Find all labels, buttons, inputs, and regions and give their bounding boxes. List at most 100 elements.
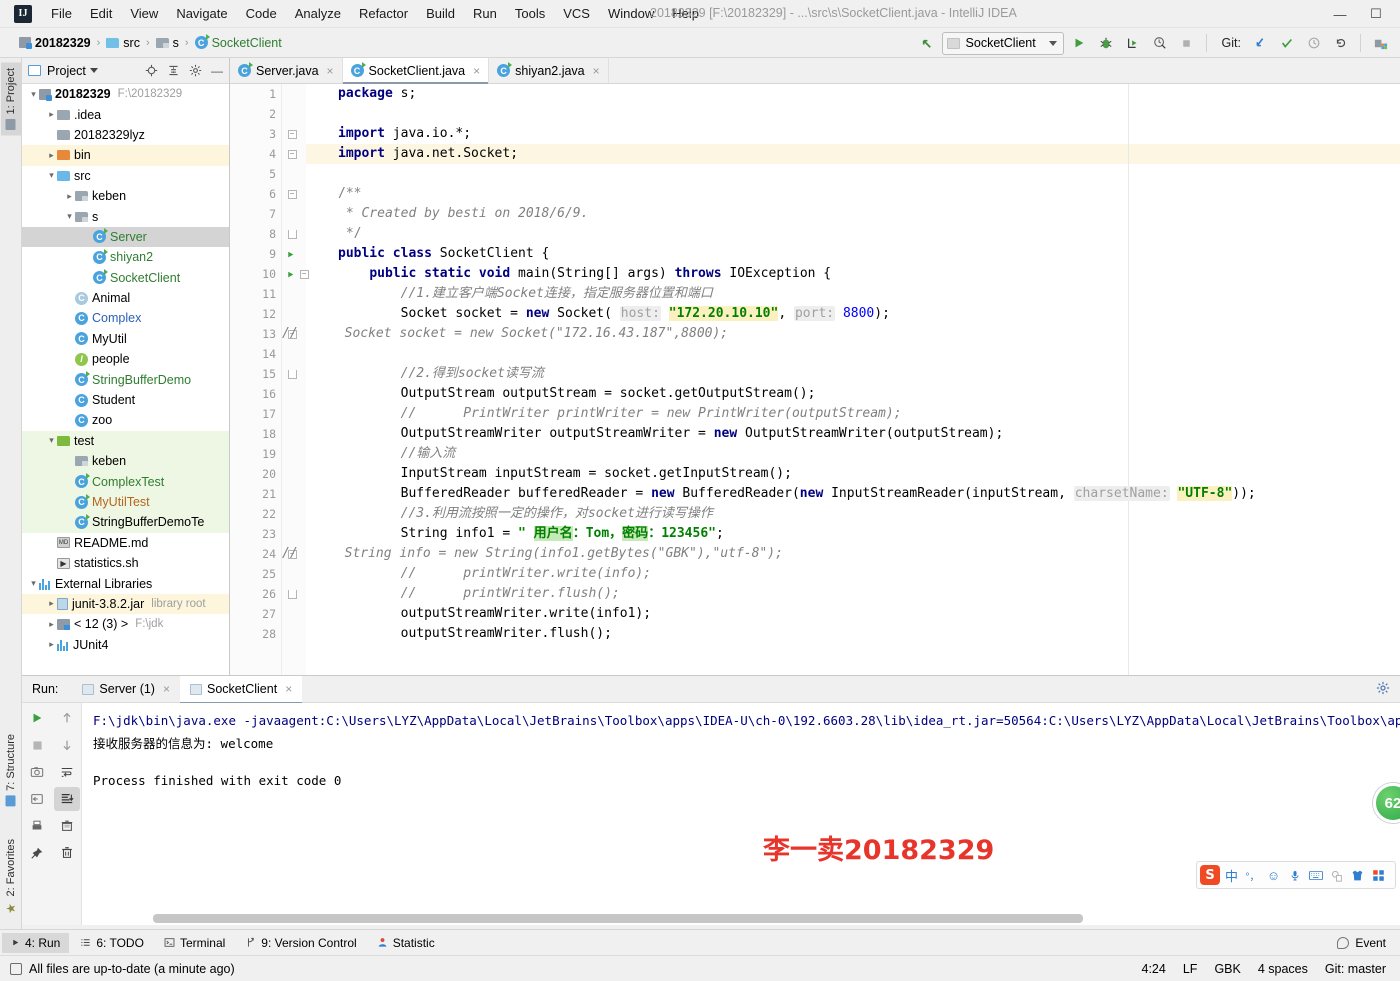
close-icon[interactable]: × — [163, 682, 170, 696]
sidebar-item-project[interactable]: 1: Project — [1, 62, 21, 136]
code-line[interactable]: OutputStreamWriter outputStreamWriter = … — [338, 424, 1004, 444]
code-line[interactable]: Socket socket = new Socket( host: "172.2… — [338, 304, 890, 324]
caret-position[interactable]: 4:24 — [1142, 962, 1166, 976]
tree-item-complex[interactable]: C Complex — [22, 308, 229, 328]
git-commit-icon[interactable] — [1275, 31, 1299, 55]
tree-item-myutiltest[interactable]: C MyUtilTest — [22, 491, 229, 513]
sidebar-item-structure[interactable]: 7: Structure — [1, 728, 21, 812]
tree-item-bin[interactable]: ▸ bin — [22, 145, 229, 166]
indent-indicator[interactable]: 4 spaces — [1258, 962, 1308, 976]
fold-marker-icon[interactable]: − — [286, 184, 298, 204]
horizontal-scrollbar[interactable] — [153, 914, 1083, 923]
code-line[interactable]: OutputStream outputStream = socket.getOu… — [338, 384, 816, 404]
code-line[interactable]: // String info = new String(info1.getByt… — [282, 544, 783, 564]
tree-item-keben[interactable]: keben — [22, 451, 229, 472]
tree-item-zoo[interactable]: Czoo — [22, 410, 229, 430]
tree-item-junit-3-8-2-jar[interactable]: ▸ junit-3.8.2.jar library root — [22, 593, 229, 615]
tree-item-keben[interactable]: ▸ keben — [22, 186, 229, 206]
keyboard-icon[interactable] — [1306, 866, 1325, 885]
expand-arrow-icon[interactable]: ▾ — [28, 89, 39, 100]
fold-marker-icon[interactable] — [286, 584, 298, 604]
ime-screenshot-icon[interactable] — [1327, 866, 1346, 885]
gear-icon[interactable] — [1376, 681, 1390, 698]
breadcrumb-item-project[interactable]: 20182329 — [14, 34, 96, 52]
tree-item-test[interactable]: ▾ test — [22, 430, 229, 452]
project-panel-title[interactable]: Project — [47, 64, 98, 78]
tree-item-12-3[interactable]: ▸ < 12 (3) > F:\jdk — [22, 614, 229, 634]
menu-run[interactable]: Run — [464, 3, 506, 24]
up-icon[interactable] — [54, 706, 80, 730]
tree-item-stringbufferdemo[interactable]: C StringBufferDemo — [22, 369, 229, 389]
code-line[interactable]: // printWriter.write(info); — [338, 564, 651, 584]
code-line[interactable]: String info1 = " 用户名：Tom，密码：123456"; — [338, 524, 724, 544]
sogou-logo-icon[interactable]: S — [1200, 865, 1220, 885]
toolbox-icon[interactable] — [1369, 866, 1388, 885]
bottom-item-run[interactable]: 4: Run — [2, 932, 70, 953]
fold-marker-icon[interactable] — [286, 364, 298, 384]
expand-arrow-icon[interactable]: ▸ — [46, 150, 57, 161]
tree-item-statistics-sh[interactable]: ▶ statistics.sh — [22, 553, 229, 573]
code-line[interactable]: outputStreamWriter.write(info1); — [338, 604, 651, 624]
run-button[interactable] — [1067, 31, 1091, 55]
encoding-indicator[interactable]: GBK — [1214, 962, 1240, 976]
console-output[interactable]: Process finished with exit code 0 接收服务器的信… — [83, 703, 1400, 925]
menu-vcs[interactable]: VCS — [554, 3, 599, 24]
tree-item-s[interactable]: ▾ s — [22, 206, 229, 226]
close-icon[interactable]: × — [473, 64, 480, 78]
tree-item-src[interactable]: ▾ src — [22, 166, 229, 186]
expand-arrow-icon[interactable]: ▸ — [46, 639, 57, 650]
ime-mode-icon[interactable]: 中 — [1222, 866, 1241, 885]
tree-item-20182329[interactable]: ▾ 20182329 F:\20182329 — [22, 84, 229, 104]
tree-item-myutil[interactable]: C MyUtil — [22, 329, 229, 349]
profile-button[interactable] — [1148, 31, 1172, 55]
breadcrumb-item-package[interactable]: s — [151, 34, 184, 52]
git-branch-indicator[interactable]: Git: master — [1325, 962, 1386, 976]
print-icon[interactable] — [24, 814, 50, 838]
code-line[interactable]: package s; — [338, 84, 416, 104]
run-line-marker-icon[interactable] — [286, 244, 298, 264]
code-line[interactable]: import java.io.*; — [338, 124, 471, 144]
scroll-to-end-icon[interactable] — [53, 787, 80, 811]
skin-icon[interactable] — [1348, 866, 1367, 885]
code-line[interactable]: //2.得到socket读写流 — [338, 364, 544, 384]
expand-arrow-icon[interactable]: ▸ — [64, 191, 75, 202]
rerun-icon[interactable] — [24, 706, 50, 730]
code-line[interactable]: public class SocketClient { — [338, 244, 549, 264]
tree-item-20182329lyz[interactable]: 20182329lyz — [22, 125, 229, 145]
pin-icon[interactable] — [24, 841, 50, 865]
menu-refactor[interactable]: Refactor — [350, 3, 417, 24]
code-text[interactable]: package s; import java.io.*; import java.n… — [282, 84, 1400, 675]
close-icon[interactable]: × — [285, 682, 292, 696]
maximize-button[interactable]: ☐ — [1358, 0, 1394, 28]
code-line[interactable]: public static void main(String[] args) t… — [338, 264, 831, 284]
menu-view[interactable]: View — [121, 3, 167, 24]
minimize-button[interactable]: — — [1322, 0, 1358, 28]
tree-item-student[interactable]: C Student — [22, 390, 229, 410]
menu-navigate[interactable]: Navigate — [167, 3, 236, 24]
fold-marker-icon[interactable] — [286, 224, 298, 244]
expand-arrow-icon[interactable]: ▾ — [28, 578, 39, 589]
menu-analyze[interactable]: Analyze — [286, 3, 350, 24]
fold-marker-icon[interactable]: − — [286, 144, 298, 164]
down-icon[interactable] — [54, 733, 80, 757]
project-tree[interactable]: ▾ 20182329 F:\20182329 ▸ .idea 20182329lyz ▸ bi… — [22, 84, 229, 665]
tree-item-idea[interactable]: ▸ .idea — [22, 104, 229, 124]
code-editor[interactable]: 1 2 3 4 5 6 7 8 9 10 11 12 13 14 15 16 17 18 19 20 21 22 23 24 2… — [230, 84, 1400, 675]
crosshair-icon[interactable] — [143, 63, 159, 79]
tree-item-socketclient[interactable]: C SocketClient — [22, 268, 229, 288]
code-line[interactable]: // printWriter.flush(); — [338, 584, 620, 604]
debug-button[interactable] — [1094, 31, 1118, 55]
tree-item-people[interactable]: Ipeople — [22, 349, 229, 369]
code-line[interactable]: //输入流 — [338, 444, 456, 464]
code-line[interactable]: InputStream inputStream = socket.getInpu… — [338, 464, 792, 484]
bottom-item-statistic[interactable]: Statistic — [368, 933, 444, 953]
stop-button[interactable] — [1175, 31, 1199, 55]
expand-arrow-icon[interactable]: ▾ — [64, 211, 75, 222]
delete-icon[interactable] — [54, 841, 80, 865]
hide-panel-icon[interactable]: — — [209, 63, 225, 79]
breadcrumb-item-class[interactable]: C SocketClient — [190, 34, 287, 52]
editor-tab-server-java[interactable]: C Server.java × — [230, 58, 343, 83]
code-line[interactable]: /** — [338, 184, 361, 204]
code-line[interactable]: // PrintWriter printWriter = new PrintWr… — [338, 404, 902, 424]
run-tab-socketclient[interactable]: SocketClient × — [180, 675, 303, 704]
